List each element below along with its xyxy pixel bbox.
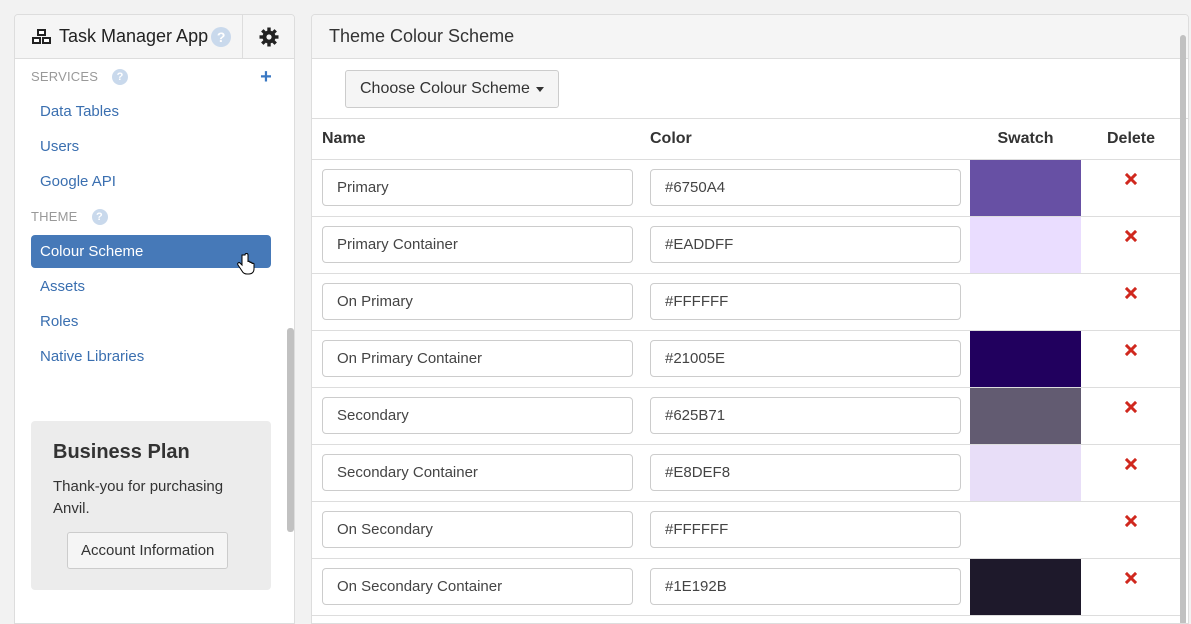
color-swatch — [970, 159, 1081, 216]
add-service-button[interactable]: + — [260, 67, 272, 87]
name-input[interactable]: On Secondary — [322, 511, 633, 548]
caret-down-icon — [535, 86, 544, 92]
delete-x-icon — [1125, 229, 1137, 242]
cubes-icon — [32, 28, 51, 44]
color-swatch — [970, 387, 1081, 444]
app-title: Task Manager App — [59, 26, 209, 46]
table-row: On Primary #FFFFFF — [312, 273, 1181, 331]
sidebar-header: Task Manager App ? — [15, 15, 294, 59]
sidebar-item-colour-scheme[interactable]: Colour Scheme — [31, 235, 271, 275]
name-input[interactable]: On Secondary Container — [322, 568, 633, 605]
sidebar-item-assets[interactable]: Assets — [31, 269, 271, 304]
delete-x-icon — [1125, 172, 1137, 185]
table-row: On Secondary #FFFFFF — [312, 501, 1181, 559]
account-information-button[interactable]: Account Information — [67, 532, 229, 569]
color-input[interactable]: #EADDFF — [650, 226, 961, 263]
help-icon[interactable]: ? — [91, 208, 108, 225]
column-header-swatch: Swatch — [970, 119, 1081, 160]
color-swatch — [970, 216, 1081, 273]
sidebar: Task Manager App ? SERVICES ? + Data Tab… — [14, 14, 295, 624]
color-input[interactable]: #E8DEF8 — [650, 454, 961, 491]
table-row: On Primary Container #21005E — [312, 330, 1181, 388]
table-row: Primary Container #EADDFF — [312, 216, 1181, 274]
plan-title: Business Plan — [53, 441, 190, 463]
table-row: Secondary #625B71 — [312, 387, 1181, 445]
name-input[interactable]: Primary Container — [322, 226, 633, 263]
delete-x-icon — [1125, 343, 1137, 356]
sidebar-item-roles[interactable]: Roles — [31, 304, 271, 339]
section-label: THEME — [31, 209, 78, 224]
name-input[interactable]: On Primary Container — [322, 340, 633, 377]
delete-x-icon — [1125, 286, 1137, 299]
dropdown-label: Choose Colour Scheme — [360, 80, 530, 97]
app-title-bar[interactable]: Task Manager App ? — [15, 15, 242, 58]
name-input[interactable]: Secondary Container — [322, 454, 633, 491]
gear-icon — [259, 27, 278, 46]
sidebar-item-native-libraries[interactable]: Native Libraries — [31, 339, 271, 374]
color-input[interactable]: #625B71 — [650, 397, 961, 434]
color-input[interactable]: #21005E — [650, 340, 961, 377]
delete-button[interactable] — [1125, 400, 1137, 417]
column-header-color: Color — [641, 119, 970, 160]
delete-button[interactable] — [1125, 343, 1137, 360]
settings-button[interactable] — [242, 15, 294, 58]
table-row: On Secondary Container #1E192B — [312, 558, 1181, 616]
main-scrollbar[interactable] — [1180, 35, 1186, 623]
color-input[interactable]: #FFFFFF — [650, 283, 961, 320]
color-swatch — [970, 558, 1081, 615]
delete-x-icon — [1125, 514, 1137, 527]
color-swatch — [970, 330, 1081, 387]
delete-button[interactable] — [1125, 286, 1137, 303]
delete-button[interactable] — [1125, 514, 1137, 531]
toolbar: Choose Colour Scheme — [312, 59, 1188, 119]
colour-table: Name Color Swatch Delete Primary #6750A4… — [312, 119, 1181, 616]
sidebar-item-users[interactable]: Users — [31, 129, 271, 164]
color-swatch — [970, 501, 1081, 558]
table-row: Secondary Container #E8DEF8 — [312, 444, 1181, 502]
hand-cursor-icon — [237, 253, 255, 275]
help-icon[interactable]: ? — [112, 68, 129, 85]
plan-text: Thank-you for purchasing Anvil. — [53, 478, 224, 517]
delete-button[interactable] — [1125, 229, 1137, 246]
sidebar-item-label: Colour Scheme — [40, 243, 144, 260]
color-swatch — [970, 273, 1081, 330]
name-input[interactable]: On Primary — [322, 283, 633, 320]
delete-button[interactable] — [1125, 172, 1137, 189]
main-panel: Theme Colour Scheme Choose Colour Scheme… — [311, 14, 1189, 624]
color-input[interactable]: #6750A4 — [650, 169, 961, 206]
section-services: SERVICES ? + — [15, 59, 294, 94]
color-input[interactable]: #FFFFFF — [650, 511, 961, 548]
column-header-delete: Delete — [1081, 119, 1181, 160]
delete-button[interactable] — [1125, 571, 1137, 588]
delete-x-icon — [1125, 571, 1137, 584]
business-plan-card: Business Plan Thank-you for purchasing A… — [31, 421, 271, 590]
help-icon[interactable]: ? — [211, 26, 232, 47]
sidebar-item-google-api[interactable]: Google API — [31, 164, 271, 199]
section-theme: THEME ? — [15, 199, 294, 234]
sidebar-item-data-tables[interactable]: Data Tables — [31, 94, 271, 129]
delete-x-icon — [1125, 457, 1137, 470]
section-label: SERVICES — [31, 69, 99, 84]
color-input[interactable]: #1E192B — [650, 568, 961, 605]
name-input[interactable]: Secondary — [322, 397, 633, 434]
name-input[interactable]: Primary — [322, 169, 633, 206]
table-row: Primary #6750A4 — [312, 159, 1181, 217]
page-title: Theme Colour Scheme — [312, 15, 1188, 59]
color-swatch — [970, 444, 1081, 501]
sidebar-scrollbar[interactable] — [287, 328, 294, 532]
column-header-name: Name — [312, 119, 641, 160]
choose-colour-scheme-dropdown[interactable]: Choose Colour Scheme — [345, 70, 559, 108]
delete-x-icon — [1125, 400, 1137, 413]
delete-button[interactable] — [1125, 457, 1137, 474]
